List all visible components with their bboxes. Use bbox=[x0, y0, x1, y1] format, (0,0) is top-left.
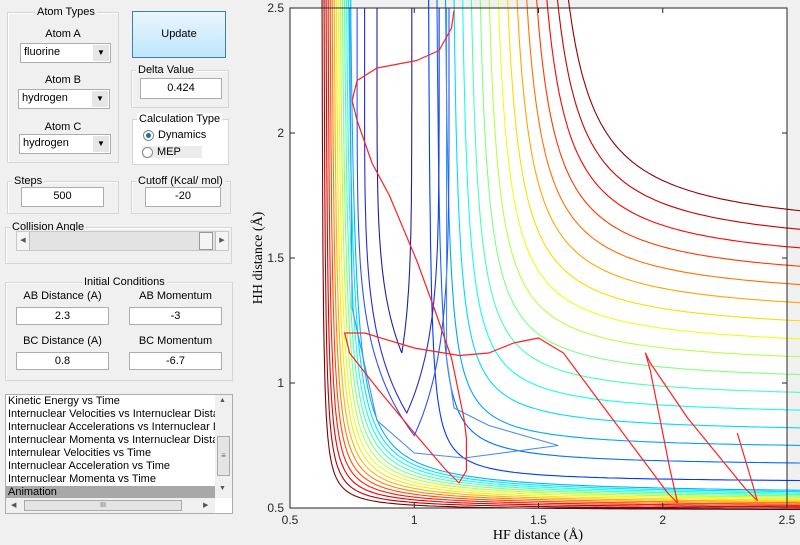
x-tick-label: 0.5 bbox=[282, 513, 299, 527]
x-axis-label: HF distance (Å) bbox=[493, 527, 584, 543]
x-tick-label: 1.5 bbox=[530, 513, 547, 527]
potential-energy-contour-plot: 0.5 1 1.5 2 2.5 0.5 1 1.5 2 2.5 HF distance (Å) H… bbox=[250, 0, 800, 543]
x-tick-label: 1 bbox=[411, 513, 418, 527]
y-tick-label: 2.5 bbox=[267, 1, 284, 15]
y-tick-label: 0.5 bbox=[267, 501, 284, 515]
y-tick-label: 1.5 bbox=[267, 251, 284, 265]
y-axis-label: HH distance (Å) bbox=[250, 211, 266, 304]
y-tick-label: 1 bbox=[277, 376, 284, 390]
x-tick-label: 2.5 bbox=[779, 513, 796, 527]
y-tick-label: 2 bbox=[277, 126, 284, 140]
x-tick-label: 2 bbox=[659, 513, 666, 527]
